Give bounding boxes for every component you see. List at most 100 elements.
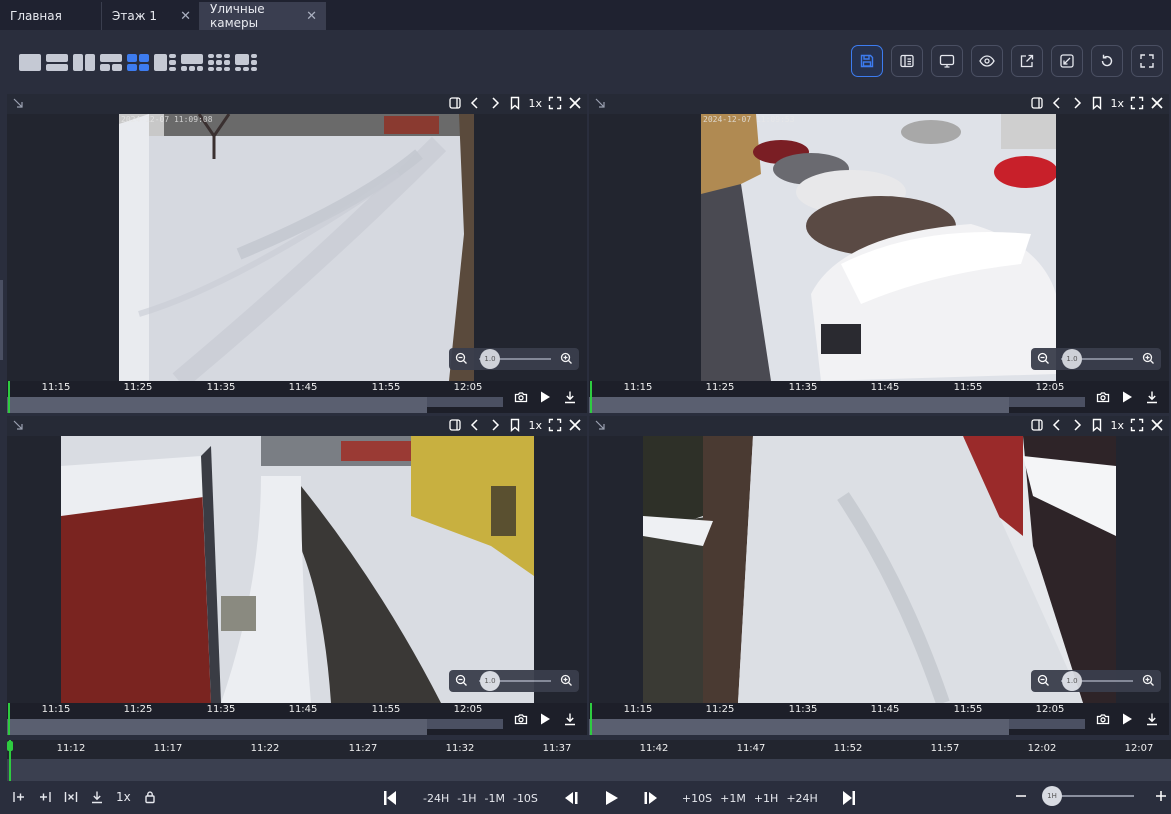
close-icon[interactable] [568, 96, 582, 110]
timeline-cursor[interactable] [8, 703, 10, 735]
jump-fwd-1m-button[interactable]: +1M [719, 792, 747, 805]
monitor-button[interactable] [931, 45, 963, 77]
aspect-icon[interactable] [448, 418, 462, 432]
jump-fwd-10s-button[interactable]: +10S [681, 792, 713, 805]
layout-1-plus-5-button[interactable] [181, 54, 203, 71]
play-icon[interactable] [1120, 390, 1134, 404]
zoom-knob[interactable]: 1.0 [480, 349, 500, 369]
jump-fwd-24h-button[interactable]: +24H [785, 792, 819, 805]
save-button[interactable] [851, 45, 883, 77]
layout-list-button[interactable] [891, 45, 923, 77]
zoom-slider[interactable]: 1.0 [1031, 670, 1161, 692]
camera-timeline[interactable]: 11:15 11:25 11:35 11:45 11:55 12:05 [7, 381, 587, 413]
zoom-in-icon[interactable] [560, 674, 573, 687]
zoom-slider[interactable]: 1.0 [449, 348, 579, 370]
timeline-cursor[interactable] [590, 381, 592, 413]
mark-start-icon[interactable] [12, 790, 26, 804]
camera-feed[interactable]: 2024-12-07 11:09:08 [119, 114, 474, 381]
download-icon[interactable] [563, 390, 577, 404]
camera-tile-1[interactable]: 1x 2024-12-07 11:09:08 1.0 11:15 11:25 1… [7, 94, 587, 413]
lock-icon[interactable] [143, 790, 157, 804]
aspect-icon[interactable] [448, 96, 462, 110]
play-icon[interactable] [538, 390, 552, 404]
close-icon[interactable] [1150, 418, 1164, 432]
expand-arrow-icon[interactable] [594, 97, 606, 109]
play-icon[interactable] [1120, 712, 1134, 726]
bookmark-icon[interactable] [508, 418, 522, 432]
download-icon[interactable] [563, 712, 577, 726]
resize-button[interactable] [1051, 45, 1083, 77]
fullscreen-icon[interactable] [548, 418, 562, 432]
tab-street-cameras[interactable]: Уличные камеры ✕ [200, 2, 326, 30]
main-timeline[interactable]: 11:12 11:17 11:22 11:27 11:32 11:37 11:4… [7, 740, 1171, 781]
expand-arrow-icon[interactable] [12, 97, 24, 109]
layout-3x3-button[interactable] [208, 54, 230, 71]
camera-feed[interactable] [61, 436, 534, 703]
refresh-button[interactable] [1091, 45, 1123, 77]
close-icon[interactable]: ✕ [306, 9, 317, 24]
jump-back-10s-button[interactable]: -10S [512, 792, 539, 805]
zoom-out-icon[interactable] [455, 674, 468, 687]
jump-back-24h-button[interactable]: -24H [422, 792, 450, 805]
expand-arrow-icon[interactable] [12, 419, 24, 431]
recording-bar[interactable] [7, 719, 503, 735]
chevron-left-icon[interactable] [468, 418, 482, 432]
download-icon[interactable] [1145, 712, 1159, 726]
playback-speed[interactable]: 1x [528, 419, 542, 432]
camera-tile-3[interactable]: 1x 1.0 11:15 11:25 11:35 11:45 11:55 12:… [7, 416, 587, 735]
recording-bar[interactable] [589, 719, 1085, 735]
camera-timeline[interactable]: 11:15 11:25 11:35 11:45 11:55 12:05 [589, 703, 1169, 735]
layout-1-plus-2-button[interactable] [100, 54, 122, 71]
skip-to-start-icon[interactable] [380, 788, 400, 808]
export-button[interactable] [1011, 45, 1043, 77]
chevron-left-icon[interactable] [1050, 418, 1064, 432]
download-icon[interactable] [90, 790, 104, 804]
camera-feed[interactable] [643, 436, 1116, 703]
zoom-knob[interactable]: 1.0 [1062, 349, 1082, 369]
tab-main[interactable]: Главная [0, 2, 102, 30]
timeline-scale-knob[interactable]: 1H [1042, 786, 1062, 806]
aspect-icon[interactable] [1030, 418, 1044, 432]
zoom-out-icon[interactable] [455, 352, 468, 365]
zoom-out-icon[interactable] [1037, 674, 1050, 687]
bookmark-icon[interactable] [1090, 418, 1104, 432]
zoom-out-icon[interactable] [1014, 789, 1028, 803]
layout-1-plus-7-button[interactable] [235, 54, 257, 71]
play-icon[interactable] [538, 712, 552, 726]
timeline-cursor[interactable] [8, 381, 10, 413]
bookmark-icon[interactable] [508, 96, 522, 110]
close-icon[interactable] [1150, 96, 1164, 110]
fullscreen-icon[interactable] [1130, 418, 1144, 432]
camera-tile-2[interactable]: 1x 2024-12-07 11:09:53 1.0 11:15 11:25 1… [589, 94, 1169, 413]
expand-arrow-icon[interactable] [594, 419, 606, 431]
step-back-icon[interactable] [561, 788, 581, 808]
mark-end-icon[interactable] [38, 790, 52, 804]
view-button[interactable] [971, 45, 1003, 77]
playback-speed[interactable]: 1x [1110, 419, 1124, 432]
camera-timeline[interactable]: 11:15 11:25 11:35 11:45 11:55 12:05 [589, 381, 1169, 413]
jump-back-1m-button[interactable]: -1M [484, 792, 506, 805]
zoom-in-icon[interactable] [1154, 789, 1168, 803]
main-recording-bar[interactable] [7, 759, 1171, 781]
zoom-knob[interactable]: 1.0 [1062, 671, 1082, 691]
layout-2-rows-button[interactable] [46, 54, 68, 71]
playback-speed[interactable]: 1x [116, 790, 131, 804]
chevron-left-icon[interactable] [468, 96, 482, 110]
fullscreen-icon[interactable] [1130, 96, 1144, 110]
fullscreen-button[interactable] [1131, 45, 1163, 77]
play-icon[interactable] [601, 788, 621, 808]
clear-marks-icon[interactable] [64, 790, 78, 804]
jump-back-1h-button[interactable]: -1H [456, 792, 477, 805]
aspect-icon[interactable] [1030, 96, 1044, 110]
recording-bar[interactable] [7, 397, 503, 413]
timeline-scale-slider[interactable]: 1H [1042, 786, 1134, 806]
snapshot-camera-icon[interactable] [514, 390, 528, 404]
fullscreen-icon[interactable] [548, 96, 562, 110]
layout-2-cols-button[interactable] [73, 54, 95, 71]
close-icon[interactable] [568, 418, 582, 432]
zoom-slider[interactable]: 1.0 [449, 670, 579, 692]
chevron-left-icon[interactable] [1050, 96, 1064, 110]
close-icon[interactable]: ✕ [180, 9, 191, 24]
zoom-in-icon[interactable] [560, 352, 573, 365]
download-icon[interactable] [1145, 390, 1159, 404]
